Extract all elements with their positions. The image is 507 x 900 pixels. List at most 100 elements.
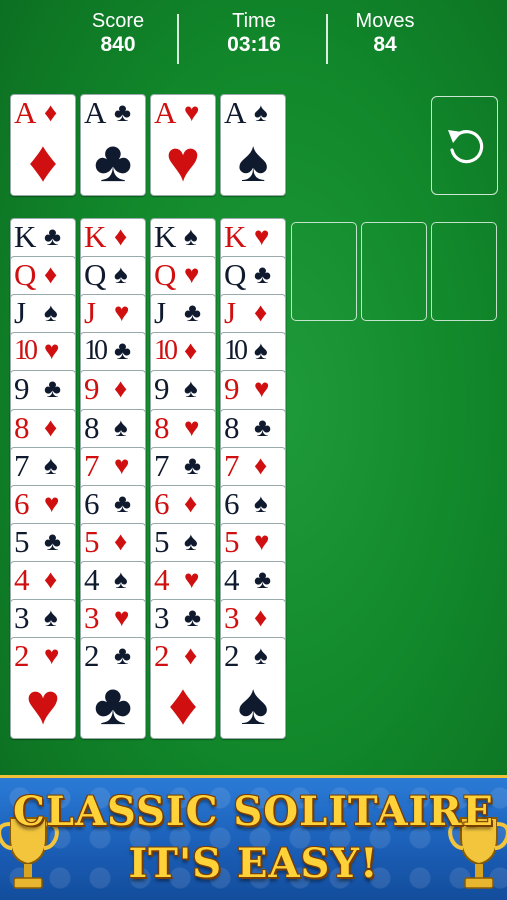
foundation-card[interactable]: A ♠ ♠ xyxy=(220,94,286,196)
card-center-suit: ♠ xyxy=(237,129,269,194)
card-center-suit: ♦ xyxy=(168,672,198,738)
foundation-card[interactable]: A ♥ ♥ xyxy=(150,94,216,196)
card-rank: J xyxy=(154,295,166,331)
card-rank: 5 xyxy=(14,523,29,559)
card-rank: A xyxy=(84,95,106,130)
tableau-card[interactable]: 2 ♥ ♥ xyxy=(10,637,76,740)
card-suit: ♠ xyxy=(184,221,198,251)
card-rank: Q xyxy=(224,257,246,293)
empty-cell[interactable] xyxy=(291,222,357,321)
card-suit: ♦ xyxy=(114,221,128,251)
card-suit: ♠ xyxy=(254,640,268,671)
card-rank: J xyxy=(14,295,26,331)
card-suit: ♦ xyxy=(114,525,128,556)
time-label: Time xyxy=(232,10,276,32)
card-rank: 4 xyxy=(14,561,29,597)
empty-cell[interactable] xyxy=(431,222,497,321)
card-center-suit: ♦ xyxy=(28,129,58,194)
card-rank: 8 xyxy=(154,409,169,445)
card-suit: ♠ xyxy=(44,449,58,480)
card-center-suit: ♣ xyxy=(93,672,133,738)
stats-bar: Score 840 Time 03:16 Moves 84 xyxy=(0,0,507,78)
moves-label: Moves xyxy=(355,10,415,32)
card-suit: ♠ xyxy=(254,487,268,518)
card-rank: 2 xyxy=(154,638,169,674)
card-rank: 9 xyxy=(84,371,99,407)
card-suit: ♥ xyxy=(44,640,60,671)
card-suit: ♥ xyxy=(184,259,200,290)
card-rank: 3 xyxy=(224,600,239,635)
card-suit: ♥ xyxy=(254,525,270,556)
tableau-card[interactable]: 2 ♣ ♣ xyxy=(80,637,146,740)
card-rank: 3 xyxy=(14,600,29,635)
card-rank: 4 xyxy=(224,561,239,597)
promo-banner: CLASSIC SOLITAIRE IT'S EASY! xyxy=(0,775,507,900)
foundation-card[interactable]: A ♣ ♣ xyxy=(80,94,146,196)
time-value: 03:16 xyxy=(227,33,281,56)
banner-title-line2: IT'S EASY! xyxy=(128,840,379,887)
card-rank: 9 xyxy=(154,371,169,407)
card-rank: 10 xyxy=(154,335,178,367)
card-suit: ♥ xyxy=(184,411,200,442)
undo-button[interactable] xyxy=(431,96,498,195)
score-value: 840 xyxy=(100,33,136,56)
card-rank: Q xyxy=(14,257,36,293)
card-suit: ♥ xyxy=(254,373,270,404)
card-rank: 6 xyxy=(84,485,99,521)
card-rank: K xyxy=(154,219,176,254)
card-suit: ♥ xyxy=(254,221,270,251)
card-rank: 2 xyxy=(84,638,99,674)
card-center-suit: ♥ xyxy=(25,672,61,738)
card-center-suit: ♣ xyxy=(93,129,133,194)
card-suit: ♦ xyxy=(184,640,198,671)
moves-stat: Moves 84 xyxy=(325,10,445,58)
card-rank: 5 xyxy=(224,523,239,559)
card-suit: ♠ xyxy=(184,373,198,404)
card-rank: A xyxy=(224,95,246,130)
card-rank: 6 xyxy=(14,485,29,521)
card-rank: 5 xyxy=(84,523,99,559)
tableau-card[interactable]: 2 ♦ ♦ xyxy=(150,637,216,740)
empty-cell[interactable] xyxy=(361,222,427,321)
card-center-suit: ♠ xyxy=(237,672,269,738)
card-suit: ♦ xyxy=(44,563,58,594)
card-suit: ♣ xyxy=(44,525,62,556)
foundation-card[interactable]: A ♦ ♦ xyxy=(10,94,76,196)
card-rank: 3 xyxy=(154,600,169,635)
banner-title-line1: CLASSIC SOLITAIRE xyxy=(13,788,494,835)
card-rank: 8 xyxy=(84,409,99,445)
card-suit: ♦ xyxy=(44,259,58,290)
card-suit: ♣ xyxy=(184,602,202,632)
card-suit: ♣ xyxy=(44,221,62,251)
card-rank: A xyxy=(14,95,36,130)
card-suit: ♦ xyxy=(254,297,268,328)
card-rank: 10 xyxy=(14,335,38,367)
card-suit: ♣ xyxy=(114,640,132,671)
card-suit: ♥ xyxy=(114,449,130,480)
card-suit: ♥ xyxy=(184,563,200,594)
card-rank: 9 xyxy=(224,371,239,407)
card-suit: ♠ xyxy=(114,411,128,442)
card-rank: 4 xyxy=(84,561,99,597)
score-label: Score xyxy=(91,10,145,32)
card-rank: J xyxy=(84,295,96,331)
undo-icon xyxy=(448,130,484,164)
card-suit: ♠ xyxy=(184,525,198,556)
card-rank: 10 xyxy=(84,335,108,367)
card-suit: ♠ xyxy=(254,335,268,366)
tableau-card[interactable]: 2 ♠ ♠ xyxy=(220,637,286,740)
card-suit: ♦ xyxy=(254,602,268,632)
card-suit: ♠ xyxy=(114,259,128,290)
card-rank: 8 xyxy=(14,409,29,445)
card-suit: ♣ xyxy=(114,335,132,366)
stat-divider xyxy=(177,14,179,64)
card-rank: 5 xyxy=(154,523,169,559)
card-rank: Q xyxy=(84,257,106,293)
card-rank: 6 xyxy=(154,485,169,521)
card-suit: ♦ xyxy=(184,335,198,366)
card-suit: ♣ xyxy=(114,97,132,127)
card-suit: ♦ xyxy=(44,411,58,442)
card-suit: ♣ xyxy=(254,411,272,442)
card-suit: ♣ xyxy=(184,449,202,480)
card-rank: 9 xyxy=(14,371,29,407)
